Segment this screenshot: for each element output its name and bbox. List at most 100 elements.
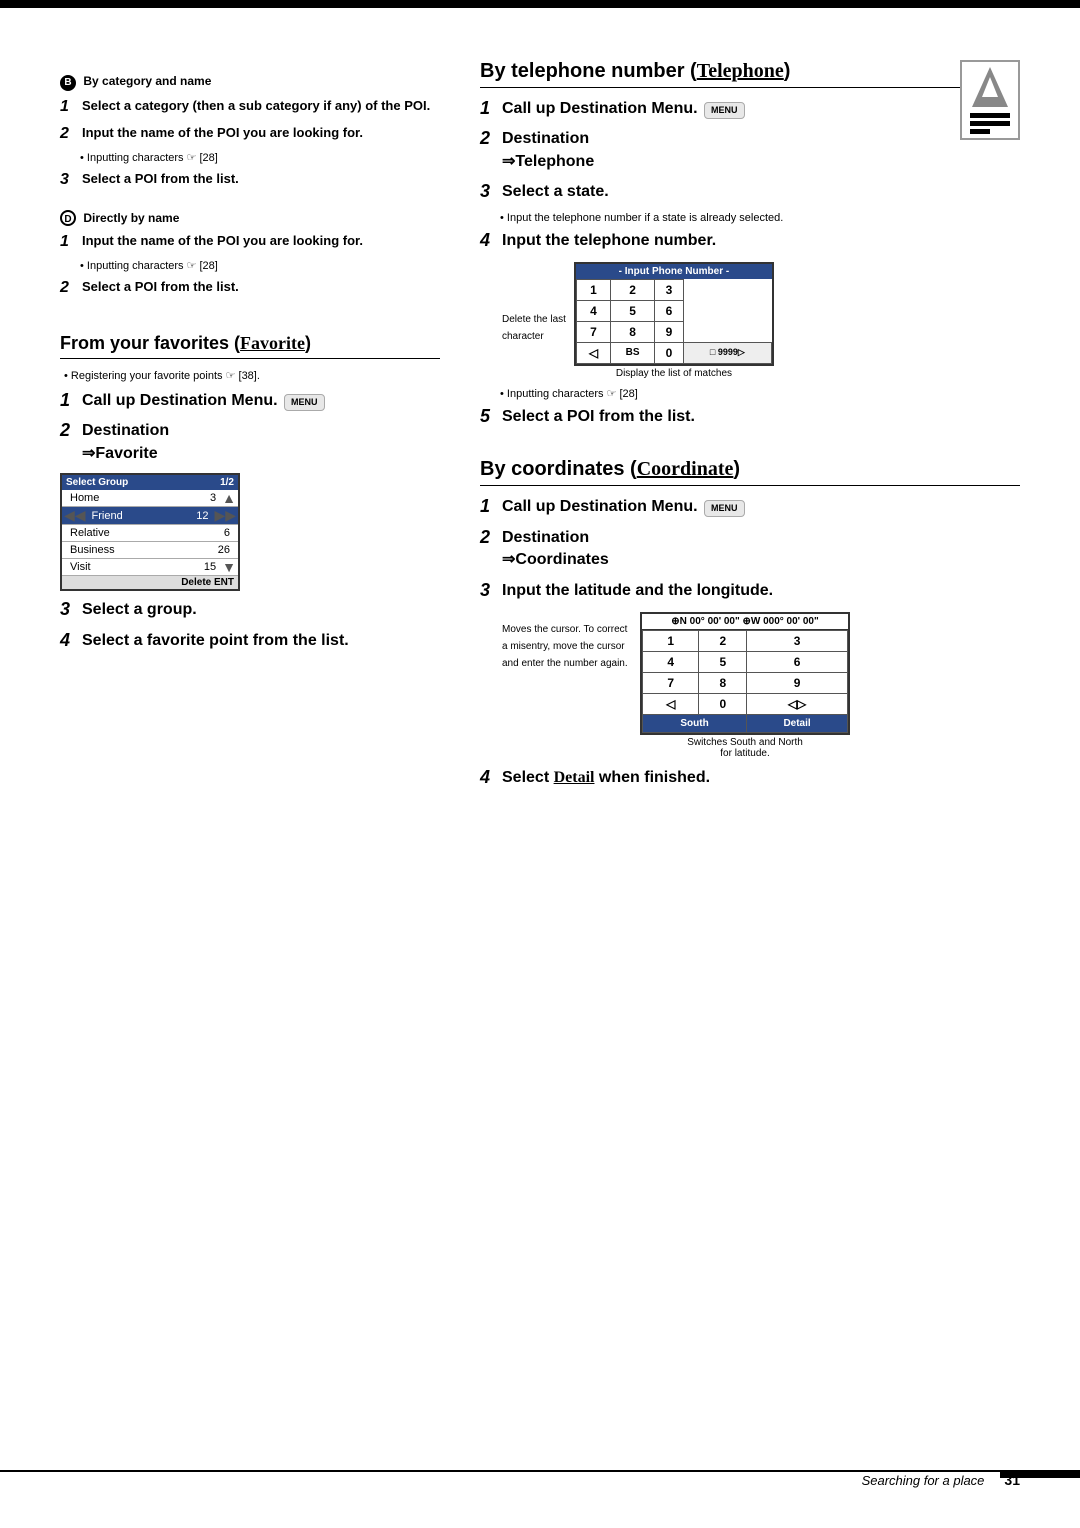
step-tel4: 4 Input the telephone number. Delete the… — [480, 230, 1020, 400]
step-tel1-row: 1 Call up Destination Menu. MENU — [480, 98, 1020, 120]
step-b2-num: 2 — [60, 124, 82, 143]
detail-bold-word: Detail — [554, 769, 595, 786]
coord-row-4: ◁ 0 ◁▷ — [643, 693, 848, 714]
step-tel3-num: 3 — [480, 181, 502, 203]
step-coord2-text: Destination ⇒Coordinates — [502, 527, 1020, 572]
phone-key-1: 1 — [576, 279, 610, 300]
step-tel4-num: 4 — [480, 230, 502, 252]
step-c2-row: 2 Select a POI from the list. — [60, 278, 440, 297]
step-fav4-num: 4 — [60, 630, 82, 652]
step-b2-row: 2 Input the name of the POI you are look… — [60, 124, 440, 143]
phone-key-2: 2 — [611, 279, 655, 300]
step-c1-num: 1 — [60, 232, 82, 251]
step-fav3-num: 3 — [60, 599, 82, 621]
circle-b-icon: B — [60, 75, 76, 91]
telephone-title: By telephone number (Telephone) — [480, 60, 1020, 88]
step-c1-text: Input the name of the POI you are lookin… — [82, 232, 440, 250]
phone-key-bs: BS — [611, 342, 655, 363]
step-fav4: 4 Select a favorite point from the list. — [60, 630, 440, 652]
section-b-label: B By category and name — [60, 74, 440, 91]
fav-relative-name: Relative — [66, 525, 220, 541]
right-column: By telephone number (Telephone) 1 Call u… — [480, 60, 1020, 797]
phone-screen-title: - Input Phone Number - — [576, 264, 772, 279]
phone-screen: - Input Phone Number - 1 2 3 4 — [574, 262, 774, 366]
coord-key-9: 9 — [747, 672, 848, 693]
favorites-bold-word: Favorite — [240, 333, 305, 353]
fav-screen-title-row: Select Group 1/2 — [62, 475, 238, 490]
step-c1-row: 1 Input the name of the POI you are look… — [60, 232, 440, 251]
bullet-tel3: Input the telephone number if a state is… — [500, 212, 1020, 224]
step-coord1-num: 1 — [480, 496, 502, 518]
fav-visit-name: Visit — [66, 559, 200, 575]
step-coord4-row: 4 Select Detail when finished. — [480, 767, 1020, 789]
coord-key-8: 8 — [699, 672, 747, 693]
tel-display-note: Display the list of matches — [574, 368, 774, 379]
coord-key-rightleft: ◁▷ — [747, 693, 848, 714]
main-content: B By category and name 1 Select a catego… — [60, 60, 1020, 797]
fav-home-name: Home — [66, 490, 206, 506]
step-coord3-text: Input the latitude and the longitude. — [502, 580, 1020, 602]
step-fav3: 3 Select a group. — [60, 599, 440, 621]
fav-business-name: Business — [66, 542, 214, 558]
phone-screen-wrapper: - Input Phone Number - 1 2 3 4 — [574, 260, 774, 379]
fav-relative-num: 6 — [220, 525, 234, 541]
step-fav2-row: 2 Destination ⇒Favorite — [60, 420, 440, 465]
favorites-screen: Select Group 1/2 Home 3 ▲ ◀◀ Friend 1 — [60, 473, 240, 591]
nav-arrow-icon — [972, 67, 1008, 107]
phone-key-0: 0 — [655, 342, 684, 363]
coordinates-bold-word: Coordinate — [637, 458, 734, 480]
fav-friend-num: 12 — [192, 508, 212, 524]
step-coord4-num: 4 — [480, 767, 502, 789]
nav-bar-2 — [970, 121, 1010, 126]
coord-detail-cell: Detail — [747, 714, 848, 732]
step-tel5-num: 5 — [480, 406, 502, 428]
step-b3: 3 Select a POI from the list. — [60, 170, 440, 189]
coordinates-title: By coordinates (Coordinate) — [480, 458, 1020, 486]
step-tel5: 5 Select a POI from the list. — [480, 406, 1020, 428]
step-coord3-row: 3 Input the latitude and the longitude. — [480, 580, 1020, 602]
menu-button-coord: MENU — [704, 500, 745, 517]
step-coord1: 1 Call up Destination Menu. MENU — [480, 496, 1020, 518]
step-c2-text: Select a POI from the list. — [82, 278, 440, 296]
coord-screen-wrapper: ⊕N 00° 00' 00" ⊕W 000° 00' 00" 1 2 3 4 — [640, 610, 850, 759]
tel-screen-annotation: Delete the lastcharacter - Input Phone N… — [502, 260, 1020, 379]
fav-business-num: 26 — [214, 542, 234, 558]
step-tel5-text: Select a POI from the list. — [502, 406, 1020, 428]
nav-icon — [960, 60, 1020, 140]
step-tel1-num: 1 — [480, 98, 502, 120]
step-coord4: 4 Select Detail when finished. — [480, 767, 1020, 789]
phone-row-2: 4 5 6 — [576, 300, 771, 321]
step-fav2-num: 2 — [60, 420, 82, 442]
coordinates-section: By coordinates (Coordinate) 1 Call up De… — [480, 458, 1020, 789]
coord-row-5: South Detail — [643, 714, 848, 732]
coord-key-1: 1 — [643, 630, 699, 651]
menu-button-fav1: MENU — [284, 394, 325, 411]
phone-key-6: 6 — [655, 300, 684, 321]
coord-key-7: 7 — [643, 672, 699, 693]
coord-key-left: ◁ — [643, 693, 699, 714]
step-b1-num: 1 — [60, 97, 82, 116]
fav-screen-page: 1/2 — [220, 477, 234, 488]
phone-key-7: 7 — [576, 321, 610, 342]
step-tel2-num: 2 — [480, 128, 502, 150]
step-fav4-row: 4 Select a favorite point from the list. — [60, 630, 440, 652]
bullet-c1: Inputting characters ☞ [28] — [80, 259, 440, 272]
step-b2-text: Input the name of the POI you are lookin… — [82, 124, 440, 142]
step-tel1: 1 Call up Destination Menu. MENU — [480, 98, 1020, 120]
step-coord2-num: 2 — [480, 527, 502, 549]
step-fav4-text: Select a favorite point from the list. — [82, 630, 440, 652]
fav-scroll-right: ▲ — [220, 490, 238, 506]
step-tel4-row: 4 Input the telephone number. — [480, 230, 1020, 252]
coord-screen-annotation: Moves the cursor. To correct a misentry,… — [502, 610, 1020, 759]
left-column: B By category and name 1 Select a catego… — [60, 60, 440, 797]
phone-key-4: 4 — [576, 300, 610, 321]
footer-bar — [1000, 1470, 1080, 1478]
coord-row-1: 1 2 3 — [643, 630, 848, 651]
step-b3-text: Select a POI from the list. — [82, 170, 440, 188]
coord-keypad: 1 2 3 4 5 6 — [642, 630, 848, 733]
step-tel4-text: Input the telephone number. — [502, 230, 1020, 252]
step-tel2: 2 Destination ⇒Telephone — [480, 128, 1020, 173]
bullet-tel4: Inputting characters ☞ [28] — [500, 387, 1020, 400]
step-tel1-text: Call up Destination Menu. MENU — [502, 98, 1020, 120]
coord-row-2: 4 5 6 — [643, 651, 848, 672]
